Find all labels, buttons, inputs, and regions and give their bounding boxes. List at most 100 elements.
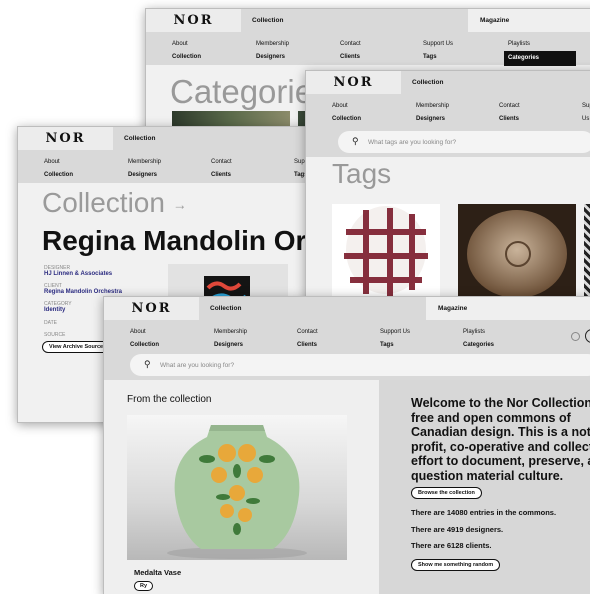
nav-contact[interactable]: Contact xyxy=(499,100,520,113)
nav-col-about: About Collection xyxy=(172,38,201,64)
nav-col-membership: Membership Designers xyxy=(214,326,247,352)
search-placeholder: What are you looking for? xyxy=(160,361,235,369)
browse-collection-button[interactable]: Browse the collection xyxy=(411,487,482,499)
nav-membership[interactable]: Membership xyxy=(128,156,161,169)
search-icon: ⚲ xyxy=(352,136,359,146)
nav-about[interactable]: About xyxy=(332,100,361,113)
nor-logo[interactable]: NOR xyxy=(146,9,241,32)
nav-col-about: About Collection xyxy=(332,100,361,126)
nav-membership[interactable]: Membership xyxy=(416,100,449,113)
nav-collection[interactable]: Collection xyxy=(332,113,361,126)
nav-support-us[interactable]: Support Us xyxy=(380,326,410,339)
search-input[interactable]: ⚲ What are you looking for? xyxy=(130,354,590,376)
top-magazine-link[interactable]: Magazine xyxy=(468,9,590,32)
tag-tile[interactable] xyxy=(332,204,440,296)
welcome-text: Welcome to the Nor Collection, a free an… xyxy=(411,396,590,483)
nav-contact[interactable]: Contact xyxy=(211,156,232,169)
nav-col-playlists: Playlists Categories xyxy=(504,38,576,66)
top-magazine-link[interactable]: Magazine xyxy=(426,297,590,320)
top-collection-link[interactable]: Collection xyxy=(210,297,241,320)
stat-designers: There are 4919 designers. xyxy=(411,525,504,534)
nav-playlists[interactable]: Playlists xyxy=(508,38,576,51)
nav-about[interactable]: About xyxy=(130,326,159,339)
nav-col-about: About Collection xyxy=(130,326,159,352)
nav-clients[interactable]: Clients xyxy=(211,169,232,182)
nav-contact[interactable]: Contact xyxy=(297,326,318,339)
meta-label-date: DATE xyxy=(44,320,57,326)
page-title: Tags xyxy=(332,158,392,189)
stat-entries: There are 14080 entries in the commons. xyxy=(411,508,557,517)
featured-item-tag[interactable]: Ry xyxy=(134,581,154,591)
nav-col-about: About Collection xyxy=(44,156,73,182)
nav-col-support: Support Us Tags xyxy=(380,326,410,352)
nav-grid: About Collection Membership Designers Co… xyxy=(306,94,590,136)
nav-clients[interactable]: Clients xyxy=(499,113,520,126)
top-bar: NOR Collection Magazine xyxy=(146,9,590,32)
meta-label-source: SOURCE xyxy=(44,332,66,338)
nav-col-contact: Contact Clients xyxy=(211,156,232,182)
tags-window: NOR Collection About Collection Membersh… xyxy=(305,70,590,300)
nav-col-membership: Membership Designers xyxy=(128,156,161,182)
nav-membership[interactable]: Membership xyxy=(256,38,289,51)
nor-logo[interactable]: NOR xyxy=(104,297,199,320)
account-icon[interactable] xyxy=(585,329,590,343)
nav-categories[interactable]: Categories xyxy=(504,51,576,66)
top-bar: NOR Collection xyxy=(306,71,590,94)
nav-tags[interactable]: Tags xyxy=(423,51,453,64)
page-title: Collection → xyxy=(42,187,187,219)
nav-col-playlists: Playlists Categories xyxy=(463,326,494,352)
featured-item-photo[interactable] xyxy=(127,415,347,560)
search-bar: ⚲ What are you looking for? xyxy=(104,350,590,380)
nav-designers[interactable]: Designers xyxy=(256,51,289,64)
stat-clients: There are 6128 clients. xyxy=(411,541,492,550)
tag-tile[interactable] xyxy=(458,204,576,296)
nav-playlists[interactable]: Playlists xyxy=(463,326,494,339)
nav-contact[interactable]: Contact xyxy=(340,38,361,51)
nav-collection[interactable]: Collection xyxy=(172,51,201,64)
nav-grid: About Collection Membership Designers Co… xyxy=(104,320,590,353)
search-icon: ⚲ xyxy=(144,359,151,369)
top-bar: NOR Collection xyxy=(18,127,336,150)
search-bar: ⚲ What tags are you looking for? xyxy=(306,127,590,157)
nav-about[interactable]: About xyxy=(44,156,73,169)
nav-col-contact: Contact Clients xyxy=(297,326,318,352)
nav-grid: About Collection Membership Designers Co… xyxy=(18,150,336,183)
home-window: NOR Collection Magazine About Collection… xyxy=(103,296,590,594)
search-placeholder: What tags are you looking for? xyxy=(368,138,457,146)
nor-logo[interactable]: NOR xyxy=(18,127,113,150)
nav-col-membership: Membership Designers xyxy=(256,38,289,64)
featured-item-name[interactable]: Medalta Vase xyxy=(134,568,181,577)
help-icon[interactable] xyxy=(571,332,580,341)
nav-col-membership: Membership Designers xyxy=(416,100,449,126)
tag-tile[interactable] xyxy=(584,204,590,296)
nav-col-contact: Contact Clients xyxy=(499,100,520,126)
nav-col-support: Support Us Tags xyxy=(423,38,453,64)
top-collection-link[interactable]: Collection xyxy=(124,127,155,150)
tags-search-input[interactable]: ⚲ What tags are you looking for? xyxy=(338,131,590,153)
top-collection-link[interactable]: Collection xyxy=(412,71,443,94)
nav-about[interactable]: About xyxy=(172,38,201,51)
nav-membership[interactable]: Membership xyxy=(214,326,247,339)
nav-categories-wrap: Categories xyxy=(504,51,576,66)
featured-panel: From the collection Medalta Vase Ry xyxy=(104,380,379,594)
view-archive-source-button[interactable]: View Archive Source xyxy=(42,341,111,353)
nav-clients[interactable]: Clients xyxy=(340,51,361,64)
meta-value-category[interactable]: Identity xyxy=(44,307,65,313)
nav-designers[interactable]: Designers xyxy=(128,169,161,182)
welcome-panel: Welcome to the Nor Collection, a free an… xyxy=(379,380,590,594)
meta-value-designer[interactable]: HJ Linnen & Associates xyxy=(44,271,112,277)
nav-designers[interactable]: Designers xyxy=(416,113,449,126)
meta-value-client[interactable]: Regina Mandolin Orchestra xyxy=(44,289,122,295)
arrow-right-icon[interactable]: → xyxy=(173,197,187,213)
nav-collection[interactable]: Collection xyxy=(44,169,73,182)
random-item-button[interactable]: Show me something random xyxy=(411,559,501,571)
nav-support-us[interactable]: Support Us xyxy=(582,100,590,126)
top-bar: NOR Collection Magazine xyxy=(104,297,590,320)
nav-col-contact: Contact Clients xyxy=(340,38,361,64)
top-collection-link[interactable]: Collection xyxy=(252,9,283,32)
featured-heading: From the collection xyxy=(127,394,212,405)
nor-logo[interactable]: NOR xyxy=(306,71,401,94)
nav-support-us[interactable]: Support Us xyxy=(423,38,453,51)
item-name: Regina Mandolin Orchestra xyxy=(42,225,336,256)
collection-title: Collection xyxy=(42,187,165,218)
